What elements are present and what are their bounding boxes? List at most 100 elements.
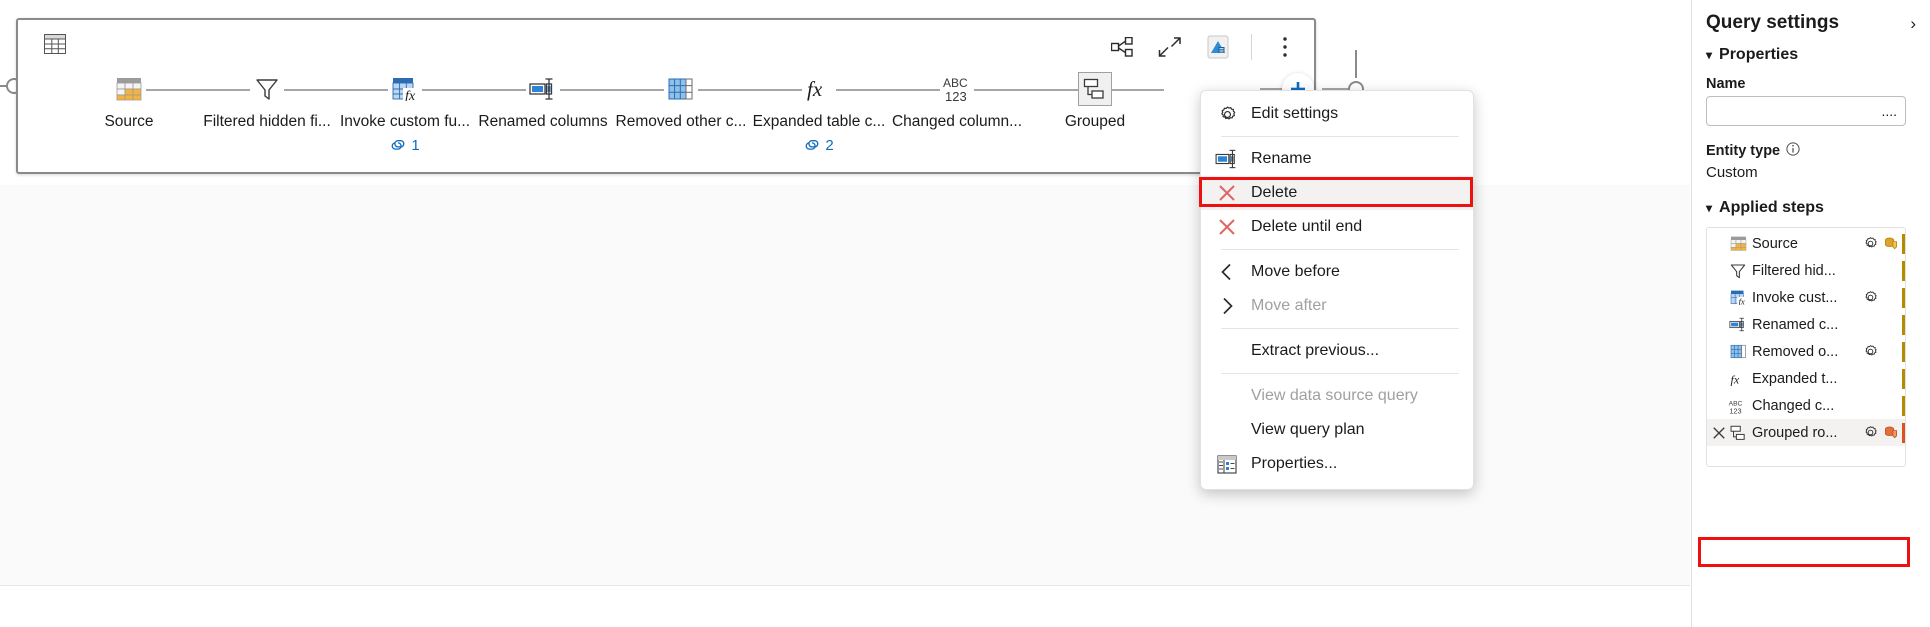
- data-source-app-icon[interactable]: [1203, 32, 1233, 62]
- diagram-step-filtered-hidden-fields[interactable]: Filtered hidden fi...: [198, 72, 336, 131]
- applied-step-row-filtered-hidden[interactable]: Filtered hid...: [1707, 257, 1905, 284]
- menu-item-delete[interactable]: Delete: [1201, 176, 1473, 210]
- menu-item-label: Extract previous...: [1251, 342, 1380, 359]
- applied-step-label: Invoke cust...: [1752, 289, 1838, 306]
- query-output-connector-stub: [1355, 50, 1357, 78]
- abc123-icon: ABC 123: [1727, 397, 1749, 415]
- step-label: Source: [104, 113, 154, 130]
- step-label: Invoke custom fu...: [339, 113, 471, 130]
- applied-step-row-grouped-rows[interactable]: Grouped ro...: [1707, 419, 1905, 446]
- menu-item-properties[interactable]: Properties...: [1201, 447, 1473, 481]
- query-settings-panel: Query settings › ▾ Properties Name Entit…: [1691, 0, 1930, 627]
- applied-step-row-invoke-custom[interactable]: fx Invoke cust...: [1707, 284, 1905, 311]
- diagram-step-invoke-custom-function[interactable]: fx Invoke custom fu... 1: [336, 72, 474, 154]
- menu-item-label: Move after: [1251, 297, 1327, 314]
- svg-text:fx: fx: [1738, 296, 1744, 305]
- menu-item-label: Edit settings: [1251, 105, 1339, 122]
- applied-step-label: Expanded t...: [1752, 370, 1838, 387]
- step-indicator-bar: [1902, 287, 1905, 308]
- step-link-badge[interactable]: 1: [390, 137, 420, 154]
- menu-item-edit-settings[interactable]: Edit settings: [1201, 97, 1473, 131]
- step-connector: [974, 89, 1026, 91]
- diagram-step-removed-other-columns[interactable]: Removed other c...: [612, 72, 750, 131]
- svg-text:123: 123: [945, 89, 967, 104]
- applied-step-label: Grouped ro...: [1752, 424, 1838, 441]
- fx-icon: fx: [802, 72, 836, 106]
- applied-step-row-renamed-columns[interactable]: Renamed c...: [1707, 311, 1905, 338]
- applied-step-label: Changed c...: [1752, 397, 1835, 414]
- properties-icon: [1213, 453, 1241, 475]
- data-source-icon[interactable]: [1880, 236, 1900, 251]
- menu-item-move-before[interactable]: Move before: [1201, 255, 1473, 289]
- step-connector: [198, 89, 250, 91]
- menu-item-rename[interactable]: Rename: [1201, 142, 1473, 176]
- properties-section-header[interactable]: ▾ Properties: [1692, 38, 1930, 68]
- menu-item-extract-previous[interactable]: Extract previous...: [1201, 334, 1473, 368]
- diagram-step-grouped-rows[interactable]: Grouped: [1026, 72, 1164, 131]
- applied-step-label: Renamed c...: [1752, 316, 1839, 333]
- step-indicator-bar: [1902, 341, 1905, 362]
- delete-step-icon[interactable]: [1711, 426, 1727, 440]
- applied-step-row-expanded-table[interactable]: fx Expanded t...: [1707, 365, 1905, 392]
- diagram-step-renamed-columns[interactable]: Renamed columns: [474, 72, 612, 131]
- query-diagram-box: Source Filtered hidden fi... fx Invoke c…: [16, 18, 1364, 174]
- step-context-menu: Edit settings Rename Delete Delete until…: [1200, 90, 1474, 490]
- menu-divider: [1221, 373, 1459, 374]
- menu-item-delete-until-end[interactable]: Delete until end: [1201, 210, 1473, 244]
- invoke-function-icon: fx: [1727, 290, 1749, 305]
- applied-step-row-changed-column-type[interactable]: ABC 123 Changed c...: [1707, 392, 1905, 419]
- step-indicator-bar: [1902, 233, 1905, 254]
- menu-divider: [1221, 249, 1459, 250]
- step-connector: [474, 89, 526, 91]
- rename-column-icon: [526, 72, 560, 106]
- abc123-icon: ABC 123: [940, 72, 974, 106]
- info-icon[interactable]: [1786, 142, 1800, 160]
- chevron-right-icon[interactable]: ›: [1910, 15, 1916, 32]
- step-indicator-bar: [1902, 395, 1905, 416]
- applied-step-row-removed-other[interactable]: Removed o...: [1707, 338, 1905, 365]
- no-icon: [1213, 340, 1241, 362]
- svg-text:fx: fx: [807, 77, 823, 101]
- chevron-down-icon: ▾: [1706, 201, 1713, 215]
- step-connector: [836, 89, 888, 91]
- menu-item-label: Rename: [1251, 150, 1312, 167]
- step-indicator-bar: [1902, 314, 1905, 335]
- delete-x-icon: [1213, 182, 1241, 204]
- diagram-step-expanded-table-column[interactable]: fx Expanded table c... 2: [750, 72, 888, 154]
- applied-step-row-source[interactable]: Source: [1707, 230, 1905, 257]
- name-input[interactable]: [1706, 96, 1906, 126]
- applied-step-label: Removed o...: [1752, 343, 1839, 360]
- gear-icon[interactable]: [1860, 425, 1880, 440]
- step-label: Renamed columns: [478, 113, 608, 130]
- step-connector: [1112, 89, 1164, 91]
- gear-icon[interactable]: [1860, 236, 1880, 251]
- step-link-badge[interactable]: 2: [804, 137, 834, 154]
- more-options-icon[interactable]: [1270, 32, 1300, 62]
- gear-icon[interactable]: [1860, 344, 1880, 359]
- svg-text:fx: fx: [405, 89, 416, 101]
- collapse-arrows-icon[interactable]: [1155, 32, 1185, 62]
- diagram-step-changed-column-type[interactable]: ABC 123 Changed column...: [888, 72, 1026, 131]
- delete-x-icon: [1213, 216, 1241, 238]
- entity-type-row: Entity type: [1692, 126, 1930, 160]
- fx-icon: fx: [1727, 371, 1749, 387]
- share-hierarchy-icon[interactable]: [1107, 32, 1137, 62]
- applied-steps-list: Source Filtered hid... fx Invoke cust...…: [1706, 227, 1906, 467]
- step-label: Expanded table c...: [752, 113, 886, 130]
- diagram-step-source[interactable]: Source: [60, 72, 198, 131]
- step-connector: [698, 89, 750, 91]
- applied-steps-section-header[interactable]: ▾ Applied steps: [1692, 181, 1930, 221]
- step-connector: [422, 89, 474, 91]
- menu-item-view-query-plan[interactable]: View query plan: [1201, 413, 1473, 447]
- chevron-down-icon: ▾: [1706, 48, 1713, 62]
- blue-table-icon: [1727, 344, 1749, 359]
- applied-steps-section-label: Applied steps: [1719, 199, 1824, 216]
- step-connector: [888, 89, 940, 91]
- data-source-icon[interactable]: [1880, 425, 1900, 440]
- menu-item-move-after: Move after: [1201, 289, 1473, 323]
- menu-item-view-data-source-query: View data source query: [1201, 379, 1473, 413]
- gear-icon[interactable]: [1860, 290, 1880, 305]
- menu-divider: [1221, 136, 1459, 137]
- svg-text:fx: fx: [1731, 372, 1740, 386]
- step-label: Grouped: [1064, 113, 1126, 130]
